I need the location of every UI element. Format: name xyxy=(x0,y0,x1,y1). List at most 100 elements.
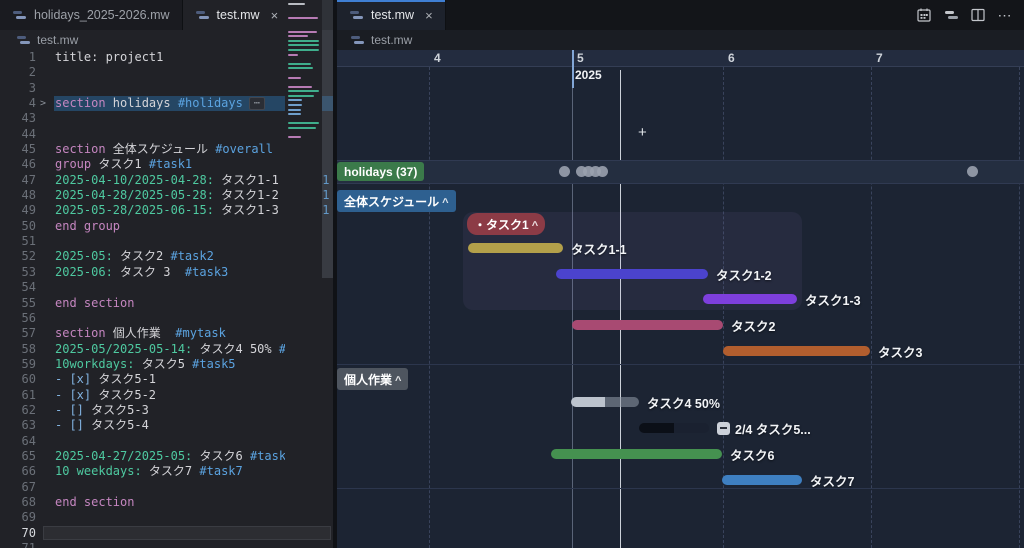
code-token: タスク5-3 xyxy=(84,403,149,417)
code-token: タスク5-4 xyxy=(84,418,149,432)
line-number: 64 xyxy=(0,434,36,449)
line-number: 57 xyxy=(0,326,36,341)
gantt-bar-task1-2[interactable] xyxy=(556,269,708,279)
code-line[interactable]: 55end section xyxy=(0,296,333,311)
more-icon[interactable]: ⋯ xyxy=(996,6,1014,24)
code-line[interactable]: 46group タスク1 #task1 xyxy=(0,157,333,172)
gantt-bar-task2[interactable] xyxy=(572,320,723,330)
checklist-badge-icon[interactable] xyxy=(717,422,730,435)
code-line[interactable]: 472025-04-10/2025-04-28: タスク1-1 #task1 xyxy=(0,173,333,188)
code-line[interactable]: 492025-05-28/2025-06-15: タスク1-3 #task1 xyxy=(0,203,333,218)
tab-test-file-preview[interactable]: test.mw × xyxy=(337,0,446,30)
code-line[interactable]: 50end group xyxy=(0,219,333,234)
minimap[interactable] xyxy=(285,0,322,498)
code-line[interactable]: 44 xyxy=(0,127,333,142)
minimap-line xyxy=(288,99,302,101)
gantt-bar-task1-1[interactable] xyxy=(468,243,563,253)
code-line[interactable]: 57section 個人作業 #mytask xyxy=(0,326,333,341)
code-line[interactable]: 6610 weekdays: タスク7 #task7 xyxy=(0,464,333,479)
code-line[interactable]: 61- [x] タスク5-2 xyxy=(0,388,333,403)
code-line[interactable]: 69 xyxy=(0,510,333,525)
code-line[interactable]: 70 xyxy=(0,526,333,541)
code-line[interactable]: 62- [] タスク5-3 xyxy=(0,403,333,418)
code-line[interactable]: 60- [x] タスク5-1 xyxy=(0,372,333,387)
tab-test-file-left[interactable]: test.mw × xyxy=(183,0,292,30)
code-line[interactable]: 582025-05/2025-05-14: タスク4 50% #task4 xyxy=(0,342,333,357)
code-line[interactable]: 1title: project1 xyxy=(0,50,333,65)
editor-scrollbar[interactable] xyxy=(322,0,333,278)
split-editor-icon[interactable] xyxy=(969,6,987,24)
tab-close-icon[interactable]: × xyxy=(425,9,433,22)
fold-chevron-icon[interactable]: > xyxy=(40,96,46,111)
breadcrumb[interactable]: test.mw xyxy=(0,30,333,50)
code-token: 10workdays: xyxy=(55,357,134,371)
bar-label-text: タスク2 xyxy=(731,316,775,335)
code-line[interactable]: 482025-04-28/2025-05-28: タスク1-2 #task1 xyxy=(0,188,333,203)
code-line[interactable]: 67 xyxy=(0,480,333,495)
code-line[interactable]: 2 xyxy=(0,65,333,80)
breadcrumb-item[interactable]: test.mw xyxy=(37,33,78,47)
code-line[interactable]: 532025-06: タスク 3 #task3 xyxy=(0,265,333,280)
code-line[interactable]: 522025-05: タスク2 #task2 xyxy=(0,249,333,264)
code-line[interactable]: 54 xyxy=(0,280,333,295)
code-line[interactable]: 71 xyxy=(0,541,333,548)
code-line[interactable]: 63- [] タスク5-4 xyxy=(0,418,333,433)
folded-region-placeholder[interactable]: ⋯ xyxy=(249,97,265,110)
code-line[interactable]: 56 xyxy=(0,311,333,326)
collapsed-event-dot[interactable] xyxy=(559,166,570,177)
code-line[interactable]: 4>section holidays #holidays⋯ xyxy=(0,96,333,111)
section-badge-overall[interactable]: 全体スケジュール^ xyxy=(337,190,456,212)
code-line[interactable]: 43 xyxy=(0,111,333,126)
minimap-line xyxy=(288,132,320,134)
line-number: 45 xyxy=(0,142,36,157)
left-tab-bar: holidays_2025-2026.mw test.mw × ⋯ xyxy=(0,0,333,30)
gantt-bar-task5[interactable] xyxy=(639,423,709,433)
gantt-bar-task7[interactable] xyxy=(722,475,802,485)
code-token: 2025-04-28/2025-05-28: xyxy=(55,188,214,202)
code-line[interactable]: 68end section xyxy=(0,495,333,510)
add-event-plus[interactable]: + xyxy=(638,124,647,141)
breadcrumb[interactable]: test.mw xyxy=(337,30,1024,50)
section-badge-mytask[interactable]: 個人作業^ xyxy=(337,368,408,390)
holidays-section-badge[interactable]: holidays (37) xyxy=(337,162,424,181)
minimap-line xyxy=(288,63,311,65)
gantt-bar-task6[interactable] xyxy=(551,449,722,459)
gantt-bar-task3[interactable] xyxy=(723,346,870,356)
line-number: 51 xyxy=(0,234,36,249)
markwhen-icon[interactable] xyxy=(942,6,960,24)
breadcrumb-item[interactable]: test.mw xyxy=(371,33,412,47)
code-token: - [x] xyxy=(55,388,91,402)
code-token: タスク7 xyxy=(142,464,200,478)
code-line[interactable]: 51 xyxy=(0,234,333,249)
minimap-line xyxy=(288,113,301,115)
holidays-section-row[interactable] xyxy=(337,160,1024,184)
line-number: 54 xyxy=(0,280,36,295)
code-editor[interactable]: 1title: project1234>section holidays #ho… xyxy=(0,50,333,548)
collapsed-event-dot[interactable] xyxy=(597,166,608,177)
tab-holidays-file[interactable]: holidays_2025-2026.mw xyxy=(0,0,183,30)
month-gridline-accent xyxy=(572,50,574,88)
minimap-line xyxy=(288,67,313,69)
code-line[interactable]: 652025-04-27/2025-05: タスク6 #task6 xyxy=(0,449,333,464)
bar-label-text: 2/4 タスク5... xyxy=(735,419,811,438)
code-token: #mytask xyxy=(175,326,226,340)
line-number: 46 xyxy=(0,157,36,172)
minimap-line xyxy=(288,104,302,106)
code-line[interactable]: 45section 全体スケジュール #overall xyxy=(0,142,333,157)
bar-segment xyxy=(605,397,639,407)
code-line[interactable]: 64 xyxy=(0,434,333,449)
minimap-line xyxy=(288,58,320,60)
group-badge-task1[interactable]: ・タスク1^ xyxy=(467,213,545,235)
code-line[interactable]: 3 xyxy=(0,81,333,96)
gantt-bar-task1-3[interactable] xyxy=(703,294,797,304)
minimap-line xyxy=(288,21,320,23)
collapsed-event-dot[interactable] xyxy=(967,166,978,177)
code-token: 2025-05-28/2025-06-15: xyxy=(55,203,214,217)
timeline-preview[interactable]: 45672025+holidays (37)全体スケジュール^個人作業^・タスク… xyxy=(337,50,1024,548)
calendar-icon[interactable] xyxy=(915,6,933,24)
code-line[interactable]: 5910workdays: タスク5 #task5 xyxy=(0,357,333,372)
gantt-bar-task4[interactable] xyxy=(571,397,639,407)
code-token: タスク5-2 xyxy=(91,388,156,402)
tab-close-icon[interactable]: × xyxy=(271,9,279,22)
line-number: 1 xyxy=(0,50,36,65)
